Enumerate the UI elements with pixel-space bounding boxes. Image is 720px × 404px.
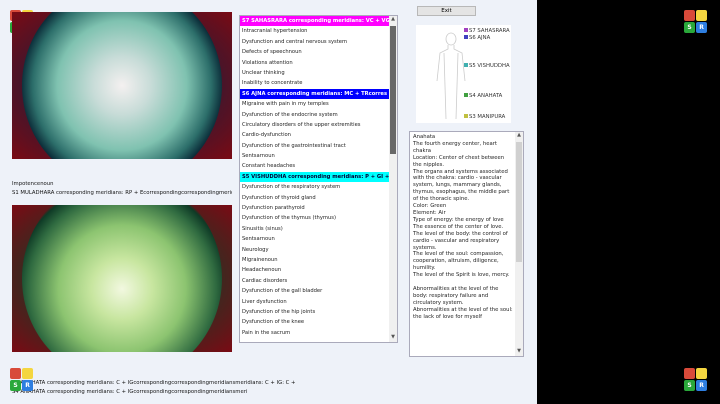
logo-tile — [22, 368, 33, 379]
list-item[interactable]: Dysfunction of the hip joints — [240, 307, 390, 317]
logo-tile — [696, 368, 707, 379]
logo-tile: S — [10, 380, 21, 391]
list-item[interactable]: Dysfunction of the respiratory system — [240, 182, 390, 192]
list-item[interactable]: Pain in the sacrum — [240, 328, 390, 338]
list-item[interactable]: Violations attention — [240, 58, 390, 68]
chakra-label[interactable]: S7 SAHASRARA — [464, 28, 510, 34]
list-section-header[interactable]: S7 SAHASRARA corresponding meridians: VC… — [240, 16, 390, 27]
list-item[interactable]: Headachenoun — [240, 265, 390, 275]
chakra-label[interactable]: S5 VISHUDDHA — [464, 63, 510, 69]
logo-tile — [696, 10, 707, 21]
bottom-line-2: S4 ANAHATA corresponding meridians: C + … — [12, 389, 248, 395]
logo-tile — [684, 368, 695, 379]
list-item[interactable]: Dysfunction of the thymus (thymus) — [240, 213, 390, 223]
scroll-thumb[interactable] — [516, 142, 522, 262]
list-item[interactable]: Dysfunction parathyroid — [240, 203, 390, 213]
top-image-label: S1 MULADHARA corresponding meridians: RP… — [12, 190, 232, 196]
scroll-thumb[interactable] — [390, 26, 396, 154]
list-item[interactable]: Liver dysfunction — [240, 297, 390, 307]
list-item[interactable]: Inability to concentrate — [240, 78, 390, 88]
chakra-marker-icon — [464, 63, 468, 67]
list-item[interactable]: Neurology — [240, 245, 390, 255]
list-item[interactable]: Constant headaches — [240, 161, 390, 171]
chakra-label-text: S6 AJNA — [469, 35, 491, 41]
list-item[interactable]: Defects of speechnoun — [240, 47, 390, 57]
logo-tile — [684, 10, 695, 21]
chakra-label-text: S5 VISHUDDHA — [469, 63, 510, 69]
list-item[interactable]: Cardiac disorders — [240, 276, 390, 286]
list-item[interactable]: Cardio-dysfunction — [240, 130, 390, 140]
app-window: SR Impotencenoun S1 MULADHARA correspond… — [0, 0, 537, 404]
list-item[interactable]: Dysfunction and central nervous system — [240, 37, 390, 47]
chakra-label-text: S7 SAHASRARA — [469, 28, 510, 34]
logo-tile: S — [684, 22, 695, 33]
scroll-down-icon[interactable]: ▼ — [515, 348, 523, 356]
list-section-header[interactable]: S5 VISHUDDHA corresponding meridians: P … — [240, 171, 390, 183]
bottom-line-1: S4 ANAHATA corresponding meridians: C + … — [12, 380, 296, 386]
list-item[interactable]: Intracranial hypertension — [240, 26, 390, 36]
chakra-marker-icon — [464, 114, 468, 118]
app-logo: SR — [684, 368, 708, 392]
list-item[interactable]: Sinusitis (sinus) — [240, 224, 390, 234]
list-item[interactable]: Migrainenoun — [240, 255, 390, 265]
chakra-label[interactable]: S6 AJNA — [464, 35, 490, 41]
chakra-label[interactable]: S4 ANAHATA — [464, 93, 502, 99]
list-item[interactable]: Unclear thinking — [240, 68, 390, 78]
list-item[interactable]: Dysfunction of the endocrine system — [240, 110, 390, 120]
description-text: Anahata The fourth energy center, heart … — [413, 134, 513, 320]
logo-tile: S — [684, 380, 695, 391]
chakra-marker-icon — [464, 28, 468, 32]
list-scrollbar[interactable]: ▲ ▼ — [389, 16, 397, 342]
logo-tile: R — [696, 22, 707, 33]
chakra-marker-icon — [464, 35, 468, 39]
human-figure-icon — [436, 32, 466, 120]
list-item[interactable]: Dysfunction of thyroid gland — [240, 193, 390, 203]
chakra-label-text: S4 ANAHATA — [469, 93, 503, 99]
scroll-up-icon[interactable]: ▲ — [515, 132, 523, 140]
logo-tile: R — [22, 380, 33, 391]
list-item[interactable]: Circulatory disorders of the upper extre… — [240, 120, 390, 130]
scroll-up-icon[interactable]: ▲ — [389, 16, 397, 24]
scroll-down-icon[interactable]: ▼ — [389, 334, 397, 342]
logo-tile — [10, 368, 21, 379]
chakra-label[interactable]: S3 MANIPURA — [464, 114, 505, 120]
body-chakra-map: S7 SAHASRARA S6 AJNA S5 VISHUDDHA S4 ANAHAT… — [416, 25, 515, 168]
chakra-description[interactable]: Anahata The fourth energy center, heart … — [409, 131, 524, 357]
list-item[interactable]: Migraine with pain in my temples — [240, 99, 390, 109]
symptom-list[interactable]: S7 SAHASRARA corresponding meridians: VC… — [239, 15, 398, 343]
description-scrollbar[interactable]: ▲ ▼ — [515, 132, 523, 356]
logo-tile: R — [696, 380, 707, 391]
list-item[interactable]: Dysfunction of the knee — [240, 317, 390, 327]
chakra-label-text: S3 MANIPURA — [469, 114, 506, 120]
list-item[interactable]: Sentsarnoun — [240, 151, 390, 161]
list-item[interactable]: Sentsarnoun — [240, 234, 390, 244]
list-section-header[interactable]: S6 AJNA corresponding meridians: MC + TR… — [240, 88, 390, 100]
top-image-caption: Impotencenoun — [12, 181, 54, 187]
app-logo: SR — [684, 10, 708, 34]
aura-image-top — [12, 12, 232, 159]
list-item[interactable]: Dysfunction of the gastrointestinal trac… — [240, 141, 390, 151]
list-item[interactable]: Dysfunction of the gall bladder — [240, 286, 390, 296]
chakra-marker-icon — [464, 93, 468, 97]
app-logo: SR — [10, 368, 34, 392]
aura-image-bottom — [12, 205, 232, 352]
exit-button[interactable]: Exit — [417, 6, 476, 16]
